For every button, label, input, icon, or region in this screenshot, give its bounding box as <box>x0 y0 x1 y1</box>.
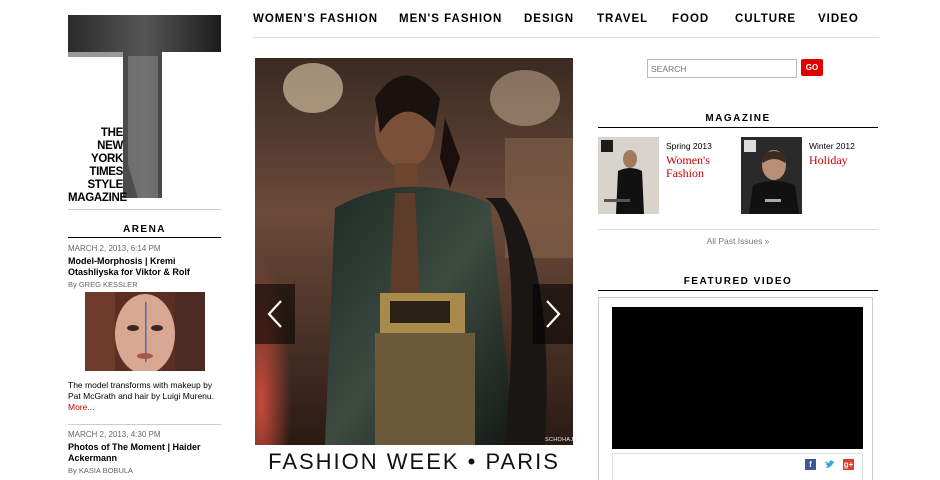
magazine-cover-winter-2012[interactable] <box>741 137 802 214</box>
next-slide-button[interactable] <box>533 284 573 344</box>
hero-caption[interactable]: FASHION WEEK • PARIS <box>255 449 573 475</box>
article-byline: By GREG KESSLER <box>68 280 138 289</box>
article-date: MARCH 2, 2013, 4:30 PM <box>68 430 161 439</box>
magazine-cover-image <box>741 137 802 214</box>
model-makeup-image <box>85 292 205 371</box>
arena-article: MARCH 2, 2013, 6:14 PM Model-Morphosis |… <box>68 244 221 289</box>
logo-line: STYLE <box>87 179 123 191</box>
issue-season: Spring 2013 <box>666 141 712 151</box>
hero-photo <box>255 58 573 445</box>
all-past-issues-link[interactable]: All Past Issues » <box>598 236 878 246</box>
prev-slide-button[interactable] <box>255 284 295 344</box>
main-nav: WOMEN'S FASHION MEN'S FASHION DESIGN TRA… <box>253 13 883 29</box>
featured-video-heading: FEATURED VIDEO <box>683 276 793 287</box>
issue-title-link[interactable]: Women's Fashion <box>666 154 736 180</box>
chevron-left-icon <box>267 300 282 328</box>
nav-divider <box>253 37 879 38</box>
arena-article: MARCH 2, 2013, 4:30 PM Photos of The Mom… <box>68 430 221 475</box>
chevron-right-icon <box>546 300 561 328</box>
magazine-heading: MAGAZINE <box>705 113 771 124</box>
nav-item-video[interactable]: VIDEO <box>818 13 859 25</box>
divider <box>68 424 221 425</box>
twitter-icon[interactable] <box>824 459 835 470</box>
article-title-link[interactable]: Photos of The Moment | Haider Ackermann <box>68 442 221 464</box>
arena-article-summary: The model transforms with makeup by Pat … <box>68 380 221 412</box>
issue-season: Winter 2012 <box>809 141 855 151</box>
magazine-cover-spring-2013[interactable] <box>598 137 659 214</box>
hero-slideshow[interactable] <box>255 58 573 445</box>
divider <box>598 229 878 230</box>
article-date: MARCH 2, 2013, 6:14 PM <box>68 244 161 253</box>
photo-credit: SCHOHAJA <box>545 437 578 443</box>
share-bar: f g+ <box>612 453 863 480</box>
magazine-issue: Spring 2013 Women's Fashion <box>666 141 736 180</box>
google-plus-icon[interactable]: g+ <box>843 459 854 470</box>
search-input[interactable] <box>647 59 797 78</box>
logo-line: TIMES <box>89 166 123 178</box>
nav-item-culture[interactable]: CULTURE <box>735 13 796 25</box>
divider <box>68 209 221 210</box>
nav-item-design[interactable]: DESIGN <box>524 13 574 25</box>
nav-item-travel[interactable]: TRAVEL <box>597 13 648 25</box>
divider <box>598 127 878 128</box>
search-go-button[interactable]: GO <box>801 59 823 76</box>
nav-item-mens-fashion[interactable]: MEN'S FASHION <box>399 13 502 25</box>
logo-line: NEW YORK <box>90 140 123 165</box>
arena-heading: ARENA <box>122 224 167 235</box>
issue-title-link[interactable]: Holiday <box>809 154 879 167</box>
article-summary: The model transforms with makeup by Pat … <box>68 380 214 401</box>
article-title-link[interactable]: Model-Morphosis | Kremi Otashliyska for … <box>68 256 221 278</box>
divider <box>598 290 878 291</box>
twitter-bird-icon <box>825 460 834 468</box>
more-link[interactable]: More... <box>68 402 221 412</box>
logo-line: MAGAZINE <box>68 192 127 204</box>
facebook-icon[interactable]: f <box>805 459 816 470</box>
magazine-issue: Winter 2012 Holiday <box>809 141 879 167</box>
video-player[interactable] <box>612 307 863 449</box>
nav-item-womens-fashion[interactable]: WOMEN'S FASHION <box>253 13 378 25</box>
article-thumbnail[interactable] <box>85 292 205 371</box>
divider <box>68 237 221 238</box>
magazine-cover-image <box>598 137 659 214</box>
article-byline: By KASIA BOBULA <box>68 466 134 475</box>
nav-item-food[interactable]: FOOD <box>672 13 709 25</box>
logo-wordmark: THE NEW YORK TIMES STYLE MAGAZINE <box>68 127 127 205</box>
logo-line: THE <box>100 127 123 139</box>
